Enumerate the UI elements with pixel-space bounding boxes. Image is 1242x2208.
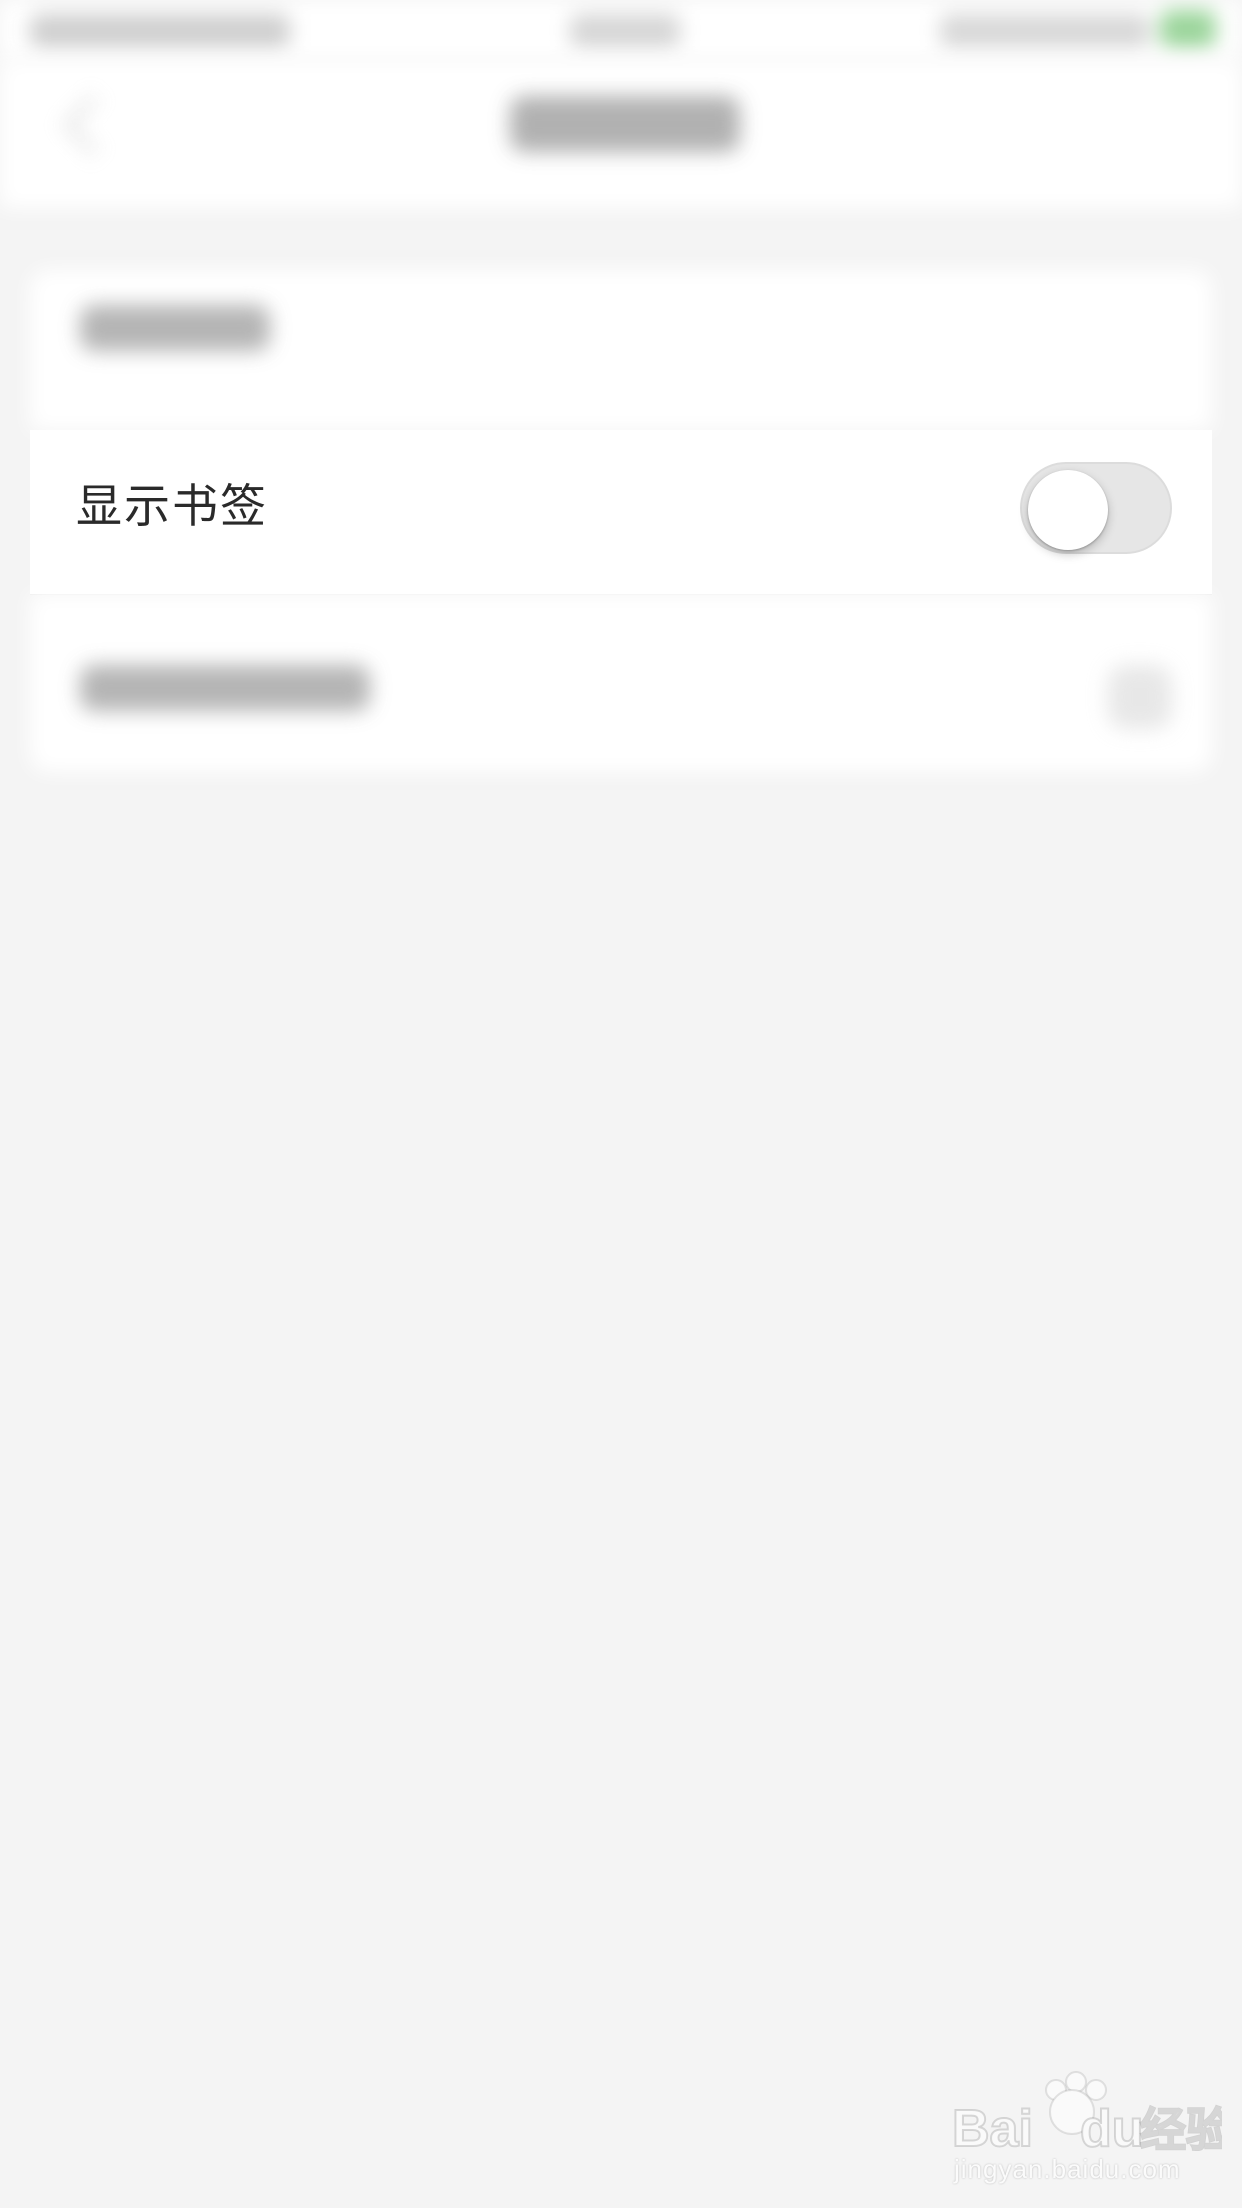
status-carrier-blurred [30,14,290,48]
watermark-url: jingyan.baidu.com [954,2154,1181,2184]
show-bookmarks-toggle[interactable] [1020,462,1172,554]
status-indicators-blurred [940,14,1150,48]
settings-row-label-blurred-top [80,305,270,351]
battery-icon [1160,10,1216,48]
toggle-knob [1028,470,1108,550]
svg-text:经验: 经验 [1140,2103,1222,2157]
screen: 显示书签 Bai du 经验 jingyan.baidu.com [0,0,1242,2208]
nav-title-blurred [510,96,740,152]
status-bar [0,0,1242,60]
svg-text:Bai: Bai [952,2100,1033,2158]
status-time-blurred [570,14,680,48]
settings-row-label-blurred-bottom [80,665,370,711]
show-bookmarks-label: 显示书签 [76,479,268,533]
chevron-right-icon [1108,665,1172,729]
svg-text:du: du [1080,2100,1144,2158]
